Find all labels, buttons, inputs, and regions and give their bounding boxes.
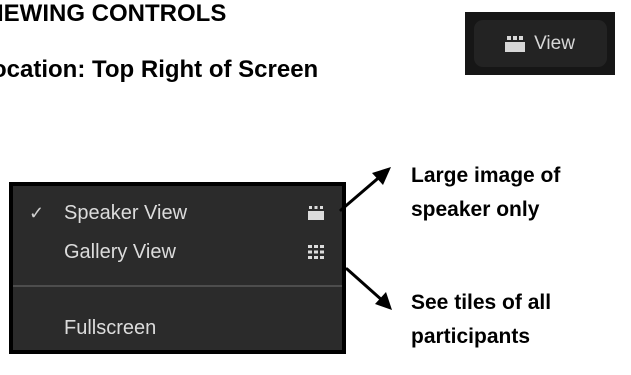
note-line: speaker only	[411, 198, 540, 221]
menu-item-speaker-view[interactable]: ✓ Speaker View	[13, 198, 342, 228]
page-title: IEWING CONTROLS	[0, 0, 227, 27]
gallery-view-note: See tiles of all participants	[411, 286, 551, 354]
menu-item-label: Speaker View	[64, 202, 188, 224]
note-line: Large image of	[411, 164, 561, 187]
speaker-view-note: Large image of speaker only	[411, 159, 560, 227]
menu-item-gallery-view[interactable]: Gallery View	[13, 237, 342, 267]
view-button-label: View	[534, 33, 575, 54]
checkmark-icon: ✓	[29, 203, 45, 223]
menu-item-fullscreen[interactable]: Fullscreen	[13, 313, 342, 343]
arrow-down-right-icon	[345, 267, 392, 310]
arrow-up-right-icon	[339, 167, 391, 212]
note-line: participants	[411, 325, 531, 348]
menu-divider	[13, 285, 342, 287]
view-button-screenshot: View	[465, 12, 615, 75]
view-menu-screenshot: ✓ Speaker View Gallery View Fullscreen	[9, 182, 346, 354]
view-button[interactable]: View	[473, 20, 607, 67]
menu-item-label: Fullscreen	[64, 317, 157, 339]
note-line: See tiles of all	[411, 291, 552, 314]
speaker-view-icon	[308, 206, 324, 220]
menu-item-label: Gallery View	[64, 241, 176, 263]
speaker-view-icon	[505, 35, 526, 52]
gallery-view-icon	[308, 245, 324, 259]
location-subtitle: ocation: Top Right of Screen	[0, 56, 319, 83]
view-menu: ✓ Speaker View Gallery View Fullscreen	[13, 186, 342, 350]
